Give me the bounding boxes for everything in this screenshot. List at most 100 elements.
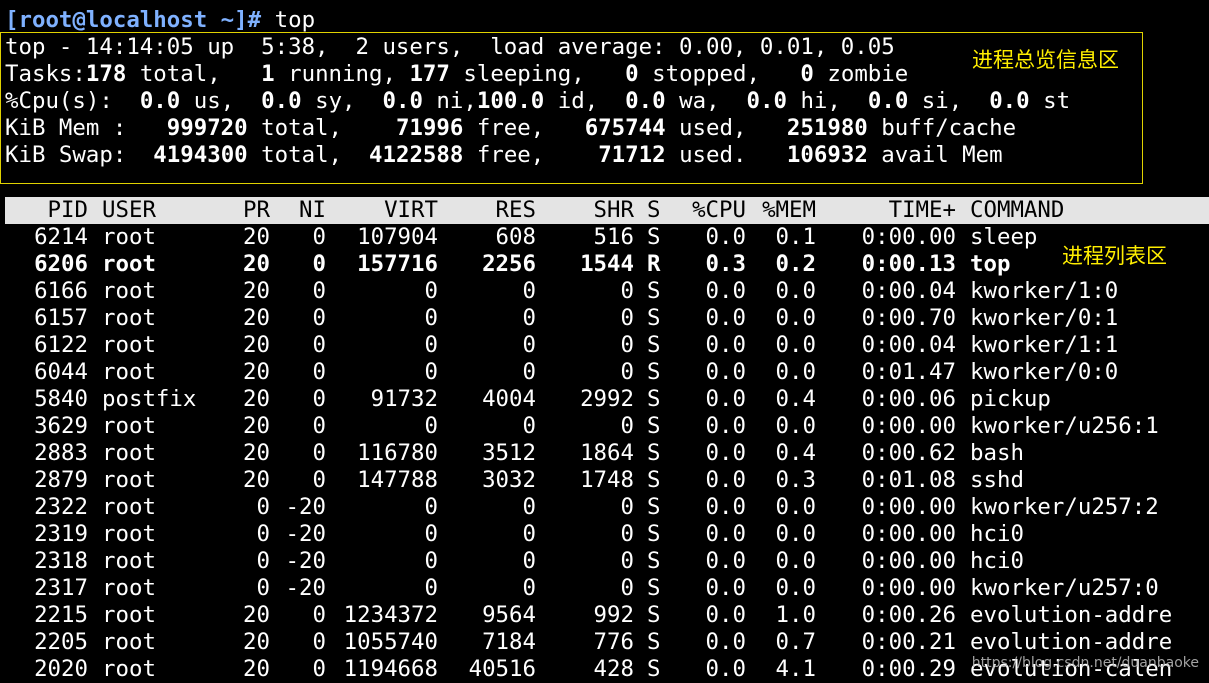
cell-pid: 6206 <box>34 251 88 277</box>
cell-cpu: 0.0 <box>705 413 746 439</box>
cell-time: 0:01.47 <box>861 359 956 385</box>
cell-virt: 0 <box>424 278 438 304</box>
cell-ni: 0 <box>312 440 326 466</box>
cell-pr: 20 <box>243 602 270 628</box>
process-list-annotation: 进程列表区 <box>1062 244 1167 268</box>
cell-shr: 0 <box>620 305 634 331</box>
cell-virt: 0 <box>424 521 438 547</box>
cell-res: 0 <box>522 521 536 547</box>
table-row: 6122 root 20 0 0 0 0 S 0.0 0.0 0:00.04 kworker/1:1 <box>5 332 1209 359</box>
cell-state: S <box>647 224 661 250</box>
cell-command: sleep <box>970 224 1038 250</box>
cell-command: evolution-addre <box>970 629 1173 655</box>
column-header-mem: %MEM <box>762 197 816 223</box>
summary-mem-line: KiB Mem : 999720 total, 71996 free, 6757… <box>5 115 1017 141</box>
cell-shr: 0 <box>620 332 634 358</box>
cell-pr: 0 <box>256 521 270 547</box>
table-row: 2883 root 20 0 116780 3512 1864 S 0.0 0.4 0:00.62 b… <box>5 440 1209 467</box>
cell-shr: 0 <box>620 575 634 601</box>
column-header-time: TIME+ <box>888 197 956 223</box>
cell-time: 0:00.70 <box>861 305 956 331</box>
cell-pr: 20 <box>243 278 270 304</box>
cell-mem: 0.4 <box>775 386 816 412</box>
cell-mem: 0.1 <box>775 224 816 250</box>
column-header-state: S <box>647 197 661 223</box>
cell-virt: 0 <box>424 305 438 331</box>
cell-virt: 91732 <box>370 386 438 412</box>
cell-state: S <box>647 494 661 520</box>
watermark: https://blog.csdn.net/duanbaoke <box>971 655 1199 671</box>
cell-mem: 0.4 <box>775 440 816 466</box>
cell-state: S <box>647 332 661 358</box>
cell-mem: 0.3 <box>775 467 816 493</box>
cell-pr: 0 <box>256 548 270 574</box>
table-row: 6157 root 20 0 0 0 0 S 0.0 0.0 0:00.70 kworker/0:1 <box>5 305 1209 332</box>
cell-cpu: 0.0 <box>705 629 746 655</box>
column-header-shr: SHR <box>593 197 634 223</box>
cell-ni: 0 <box>312 413 326 439</box>
column-header-pr: PR <box>243 197 270 223</box>
cell-state: S <box>647 467 661 493</box>
cell-ni: 0 <box>312 278 326 304</box>
cell-res: 3032 <box>482 467 536 493</box>
cell-state: S <box>647 305 661 331</box>
cell-ni: -20 <box>285 575 326 601</box>
cell-pid: 2318 <box>34 548 88 574</box>
cell-pr: 20 <box>243 629 270 655</box>
cell-cpu: 0.0 <box>705 224 746 250</box>
cell-virt: 0 <box>424 548 438 574</box>
cell-shr: 992 <box>593 602 634 628</box>
column-header-res: RES <box>495 197 536 223</box>
summary-uptime-line: top - 14:14:05 up 5:38, 2 users, load av… <box>5 34 895 60</box>
table-row: 3629 root 20 0 0 0 0 S 0.0 0.0 0:00.00 kworker/u256… <box>5 413 1209 440</box>
cell-shr: 1864 <box>580 440 634 466</box>
cell-time: 0:00.06 <box>861 386 956 412</box>
cell-state: S <box>647 548 661 574</box>
cell-pid: 6044 <box>34 359 88 385</box>
cell-pid: 2215 <box>34 602 88 628</box>
cell-ni: 0 <box>312 305 326 331</box>
cell-res: 608 <box>495 224 536 250</box>
cell-res: 0 <box>522 413 536 439</box>
cell-cpu: 0.0 <box>705 332 746 358</box>
cell-user: root <box>102 467 156 493</box>
cell-res: 7184 <box>482 629 536 655</box>
column-header-ni: NI <box>299 197 326 223</box>
cell-shr: 0 <box>620 548 634 574</box>
cell-user: root <box>102 602 156 628</box>
cell-command: hci0 <box>970 521 1024 547</box>
cell-pid: 6122 <box>34 332 88 358</box>
cell-mem: 0.0 <box>775 359 816 385</box>
cell-shr: 1748 <box>580 467 634 493</box>
cell-state: S <box>647 602 661 628</box>
cell-mem: 0.0 <box>775 413 816 439</box>
cell-pr: 20 <box>243 305 270 331</box>
cell-shr: 0 <box>620 413 634 439</box>
table-row: 2879 root 20 0 147788 3032 1748 S 0.0 0.3 0:01.08 s… <box>5 467 1209 494</box>
cell-time: 0:00.04 <box>861 278 956 304</box>
cell-pr: 0 <box>256 494 270 520</box>
cell-shr: 0 <box>620 521 634 547</box>
cell-cpu: 0.0 <box>705 386 746 412</box>
table-row: 2215 root 20 0 1234372 9564 992 S 0.0 1.0 0:00.26 e… <box>5 602 1209 629</box>
cell-res: 3512 <box>482 440 536 466</box>
cell-time: 0:00.00 <box>861 548 956 574</box>
cell-time: 0:00.21 <box>861 629 956 655</box>
cell-time: 0:00.00 <box>861 575 956 601</box>
column-header-user: USER <box>102 197 156 223</box>
cell-pid: 2317 <box>34 575 88 601</box>
table-row: 6214 root 20 0 107904 608 516 S 0.0 0.1 0:00.00 sle… <box>5 224 1209 251</box>
cell-res: 0 <box>522 359 536 385</box>
cell-state: S <box>647 386 661 412</box>
cell-virt: 116780 <box>357 440 438 466</box>
cell-virt: 0 <box>424 494 438 520</box>
cell-res: 0 <box>522 575 536 601</box>
cell-mem: 1.0 <box>775 602 816 628</box>
cell-cpu: 0.0 <box>705 602 746 628</box>
cell-shr: 0 <box>620 278 634 304</box>
cell-state: S <box>647 413 661 439</box>
cell-mem: 0.0 <box>775 305 816 331</box>
cell-virt: 0 <box>424 575 438 601</box>
cell-state: S <box>647 521 661 547</box>
cell-shr: 2992 <box>580 386 634 412</box>
